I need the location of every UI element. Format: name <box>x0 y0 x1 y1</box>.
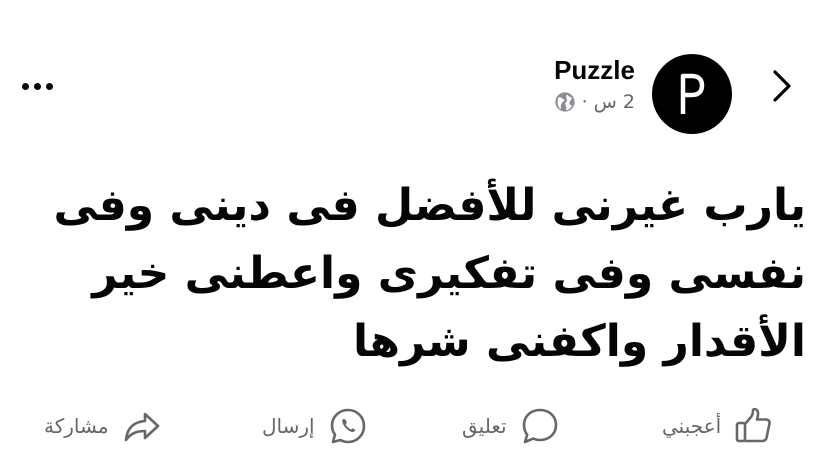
post-header: Puzzle · 2 س <box>0 0 828 150</box>
post-text: يارب غيرنى للأفضل فى دينى وفى نفسى وفى ت… <box>53 180 806 367</box>
post-time[interactable]: 2 س <box>594 91 635 113</box>
meta-separator: · <box>581 91 588 113</box>
whatsapp-icon <box>330 408 365 444</box>
share-label: مشاركة <box>44 414 109 438</box>
globe-icon <box>555 92 575 112</box>
share-button[interactable]: مشاركة <box>44 398 163 454</box>
share-arrow-icon <box>124 412 159 442</box>
avatar[interactable] <box>652 54 732 134</box>
send-label: إرسال <box>262 414 315 438</box>
action-bar: مشاركة إرسال تعليق أعجبني <box>0 398 828 454</box>
like-label: أعجبني <box>662 414 722 438</box>
comment-label: تعليق <box>462 414 507 438</box>
comment-icon <box>522 408 557 444</box>
thumbs-up-icon <box>735 407 771 443</box>
chevron-right-icon[interactable] <box>766 64 796 108</box>
more-options-icon[interactable] <box>22 68 74 104</box>
author-name[interactable]: Puzzle <box>554 55 635 85</box>
comment-button[interactable]: تعليق <box>462 398 561 454</box>
post-meta: · 2 س <box>554 91 635 113</box>
avatar-letter-p <box>680 73 705 114</box>
send-button[interactable]: إرسال <box>262 398 369 454</box>
author-block: Puzzle · 2 س <box>554 55 635 113</box>
like-button[interactable]: أعجبني <box>662 398 775 454</box>
